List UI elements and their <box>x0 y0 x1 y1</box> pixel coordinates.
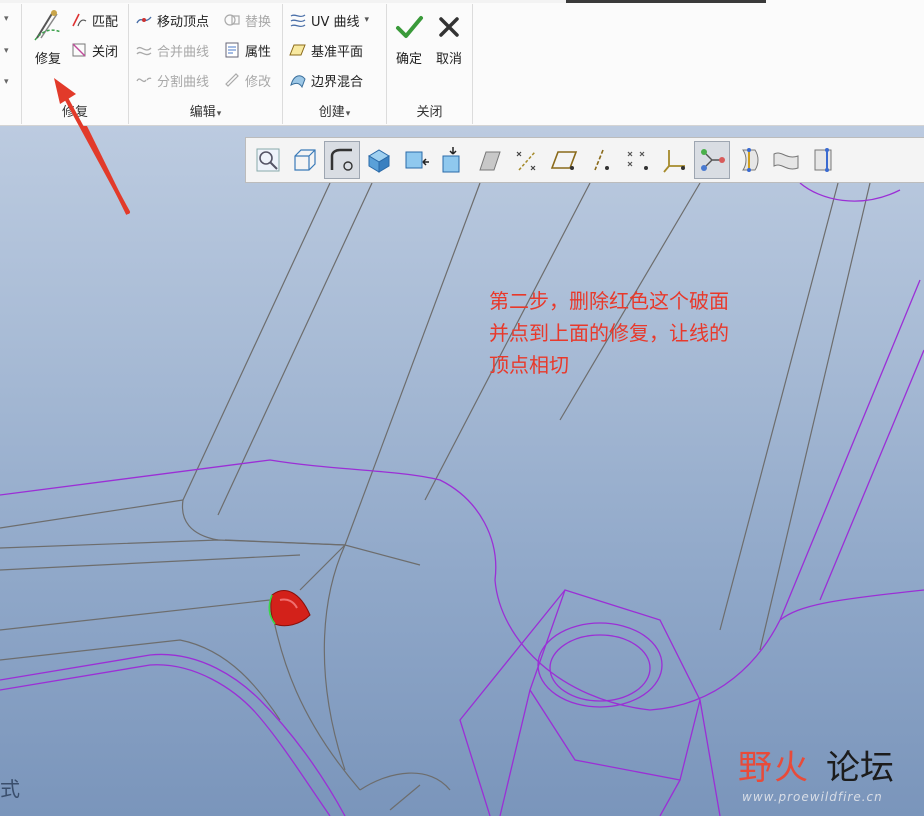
surface-display-button[interactable] <box>361 141 397 179</box>
watermark-black-text: 论坛 <box>826 748 894 788</box>
csys-display-button[interactable] <box>657 141 693 179</box>
shading-icon <box>479 151 501 171</box>
view-toolbar <box>245 137 924 183</box>
display-style-icon <box>294 149 316 171</box>
annotation-line-2: 并点到上面的修复，让线的 <box>489 321 729 345</box>
annotation-arrow <box>54 78 130 214</box>
annotation-line-1: 第二步，删除红色这个破面 <box>489 289 729 313</box>
point-display-button[interactable] <box>620 141 656 179</box>
axis-display-icon <box>594 149 609 171</box>
datum-display-icon <box>516 151 536 171</box>
zoom-button[interactable] <box>250 141 286 179</box>
surface-display-icon <box>368 149 390 173</box>
plane-display-icon <box>550 151 578 170</box>
watermark-url: www.proewildfire.cn <box>742 790 883 804</box>
surface-button[interactable] <box>768 141 804 179</box>
annotation-text: 第二步，删除红色这个破面 并点到上面的修复，让线的 顶点相切 <box>489 285 789 381</box>
cube-arrow-down-icon <box>442 147 460 173</box>
edge-icon-1 <box>742 148 759 172</box>
watermark-red-text: 野火 <box>738 748 810 788</box>
cube-down-button[interactable] <box>435 141 471 179</box>
cube-left-button[interactable] <box>398 141 434 179</box>
edge-button-1[interactable] <box>731 141 767 179</box>
plane-display-button[interactable] <box>546 141 582 179</box>
point-display-icon <box>627 151 648 170</box>
curve-node-icon <box>701 149 725 171</box>
annotation-line-3: 顶点相切 <box>489 353 569 377</box>
surface-icon <box>773 152 799 170</box>
edge-button-2[interactable] <box>805 141 841 179</box>
repair-view-button[interactable] <box>324 141 360 179</box>
edge-icon-2 <box>814 148 832 172</box>
curve-node-button[interactable] <box>694 141 730 179</box>
datum-display-button[interactable] <box>509 141 545 179</box>
corner-fragment-text: 式 <box>0 777 20 801</box>
zoom-icon <box>256 148 280 172</box>
shading-button[interactable] <box>472 141 508 179</box>
cube-arrow-left-icon <box>405 151 429 169</box>
repair-view-icon <box>330 148 353 171</box>
axis-display-button[interactable] <box>583 141 619 179</box>
forum-watermark: 野火 论坛 www.proewildfire.cn <box>738 740 918 810</box>
csys-display-icon <box>663 150 685 173</box>
display-style-button[interactable] <box>287 141 323 179</box>
